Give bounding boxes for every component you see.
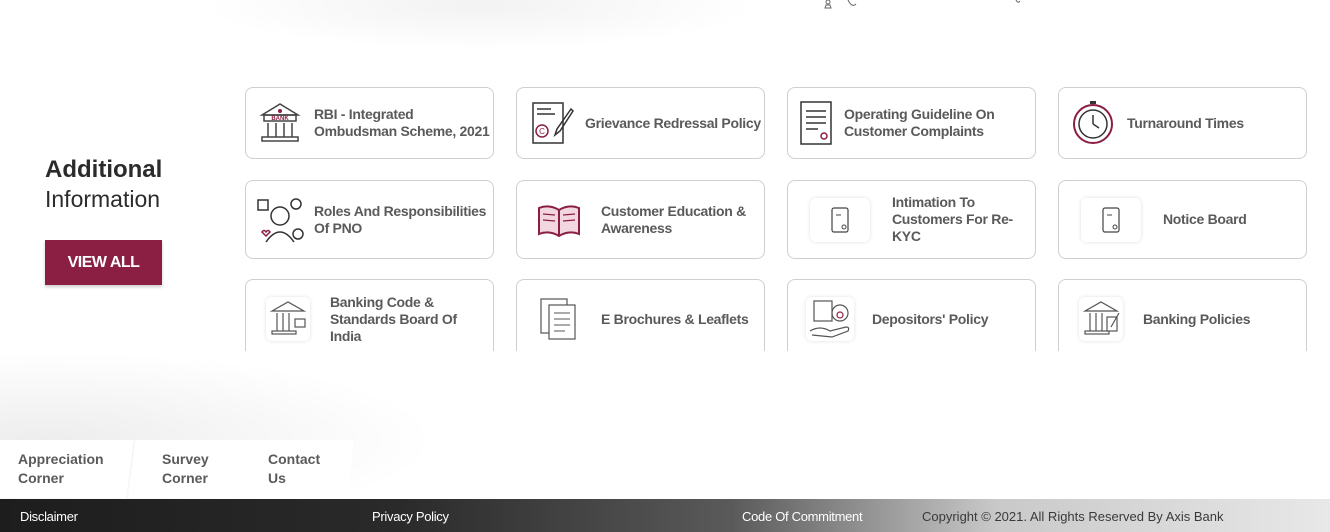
brochures-icon [517, 295, 601, 343]
tab-survey-corner[interactable]: Survey Corner [128, 440, 246, 498]
section-subtitle: Information [45, 186, 161, 212]
view-all-button[interactable]: VIEW ALL [45, 240, 162, 285]
card-label: Roles And Responsibilities Of PNO [314, 202, 487, 236]
tab-label: Survey Corner [162, 451, 209, 486]
partial-glyph-icon [1015, 0, 1021, 3]
money-hand-icon [788, 297, 872, 341]
info-card-grid: BANK RBI - Integrated Ombudsman Scheme, … [240, 84, 1320, 351]
section-title: Additional [45, 156, 163, 183]
kyc-icon-box [810, 197, 870, 242]
card-grievance-redressal[interactable]: C Grievance Redressal Policy [516, 87, 765, 159]
card-depositors-policy[interactable]: Depositors' Policy [787, 279, 1036, 351]
notice-document-icon [1059, 197, 1163, 242]
tab-label: Appreciation Corner [18, 451, 104, 486]
policy-document-pen-icon: C [517, 99, 585, 147]
card-label: Customer Education & Awareness [601, 202, 746, 236]
card-label: Turnaround Times [1127, 114, 1244, 131]
card-label: Intimation To Customers For Re-KYC [892, 194, 1013, 244]
svg-text:C: C [539, 127, 545, 136]
card-label: E Brochures & Leaflets [601, 310, 749, 327]
card-label: Banking Policies [1143, 310, 1251, 327]
card-label: Notice Board [1163, 211, 1247, 227]
bottom-footer-bar: Disclaimer Privacy Policy Code Of Commit… [0, 499, 1330, 532]
card-label: RBI - Integrated Ombudsman Scheme, 2021 [314, 106, 490, 139]
bank-pillars-icon [246, 297, 330, 341]
card-operating-guideline[interactable]: Operating Guideline On Customer Complain… [787, 87, 1036, 159]
partial-person-icon [824, 0, 857, 9]
card-label: Grievance Redressal Policy [585, 114, 761, 131]
notice-icon-box [1081, 197, 1141, 242]
card-roles-pno[interactable]: Roles And Responsibilities Of PNO [245, 180, 494, 259]
card-rbi-ombudsman[interactable]: BANK RBI - Integrated Ombudsman Scheme, … [245, 87, 494, 159]
card-label: Banking Code & Standards Board Of India [330, 293, 457, 344]
money-hand-icon-box [806, 297, 854, 341]
bank-policy-icon [1059, 297, 1143, 341]
card-banking-policies[interactable]: Banking Policies [1058, 279, 1307, 351]
card-notice-board[interactable]: Notice Board [1058, 180, 1307, 259]
card-banking-code-standards[interactable]: Banking Code & Standards Board Of India [245, 279, 494, 351]
copyright-text: Copyright © 2021. All Rights Reserved By… [922, 509, 1224, 524]
card-label: Depositors' Policy [872, 310, 989, 327]
guideline-document-icon [788, 99, 844, 147]
card-customer-education[interactable]: Customer Education & Awareness [516, 180, 765, 259]
bank-policy-icon-box [1079, 297, 1123, 341]
bank-building-icon: BANK [246, 99, 314, 147]
tab-contact-us[interactable]: Contact Us [238, 440, 354, 498]
disclaimer-link[interactable]: Disclaimer [20, 509, 78, 524]
svg-text:BANK: BANK [271, 116, 289, 122]
kyc-document-icon [788, 197, 892, 242]
tab-label: Contact Us [268, 451, 321, 486]
top-section-shadow [200, 0, 760, 50]
code-of-commitment-link[interactable]: Code Of Commitment [742, 509, 863, 524]
tab-appreciation-corner[interactable]: Appreciation Corner [0, 440, 134, 498]
open-book-icon [517, 196, 601, 244]
card-label: Operating Guideline On Customer Complain… [844, 106, 995, 139]
card-rekyc-intimation[interactable]: Intimation To Customers For Re-KYC [787, 180, 1036, 259]
clock-icon [1059, 99, 1127, 147]
privacy-policy-link[interactable]: Privacy Policy [372, 509, 449, 524]
card-turnaround-times[interactable]: Turnaround Times [1058, 87, 1307, 159]
card-e-brochures[interactable]: E Brochures & Leaflets [516, 279, 765, 351]
person-officer-icon [246, 196, 314, 244]
additional-information-heading: Additional Information [45, 156, 162, 214]
bank-pillars-icon-box [266, 297, 310, 341]
